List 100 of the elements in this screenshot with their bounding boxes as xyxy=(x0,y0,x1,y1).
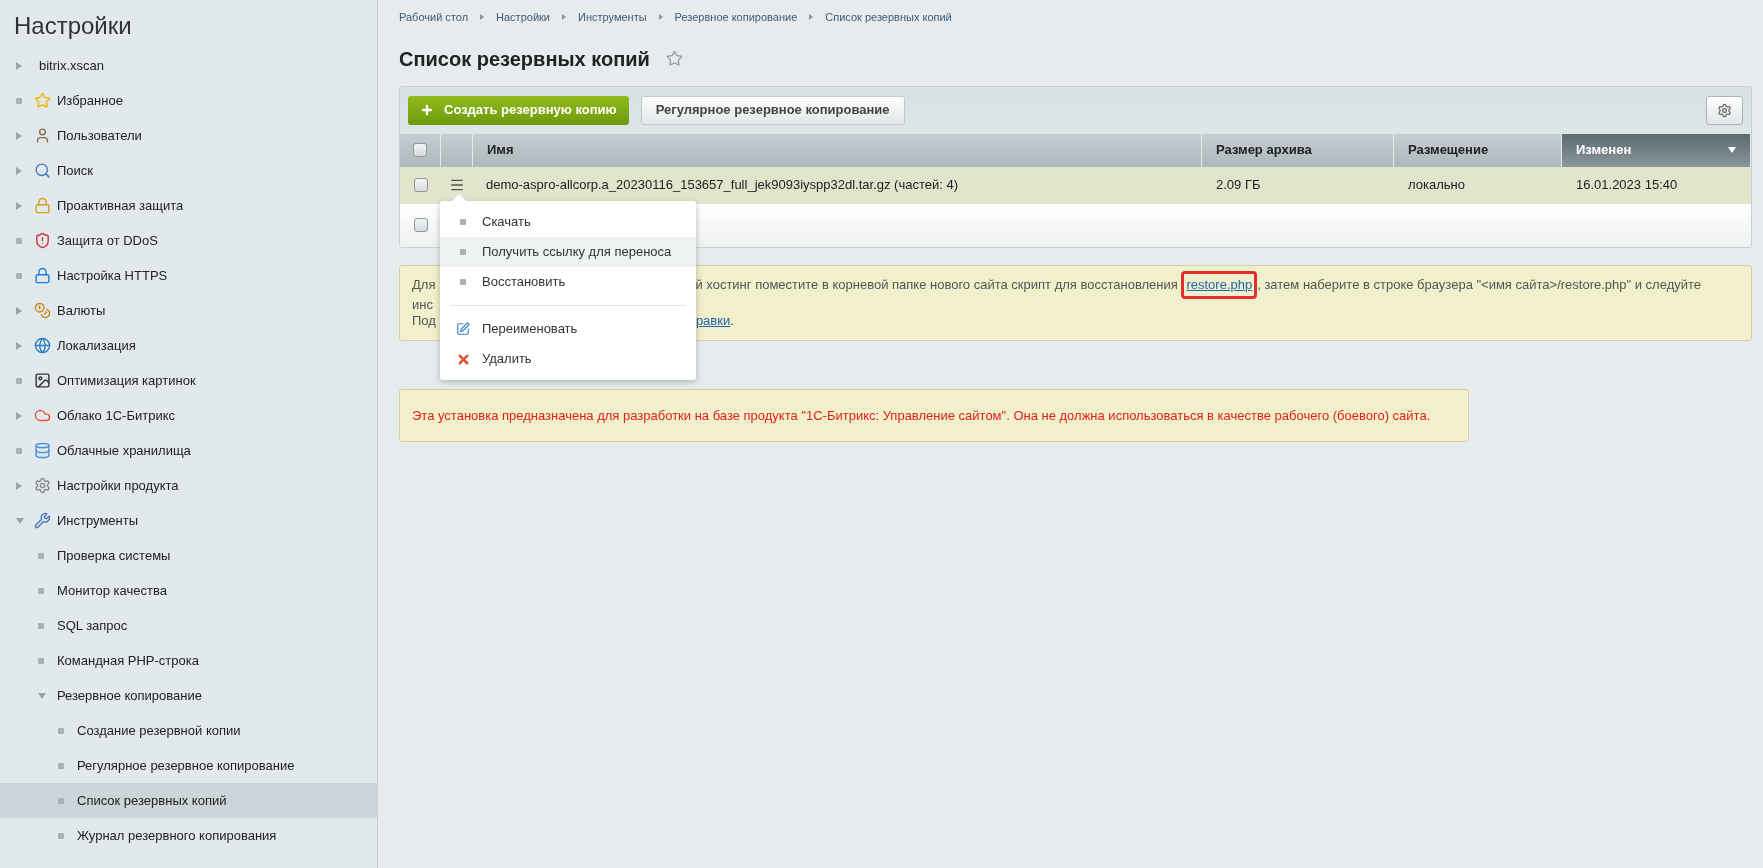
sidebar-item[interactable]: Инструменты xyxy=(0,503,377,538)
checkbox[interactable] xyxy=(413,218,428,232)
sidebar-item[interactable]: Список резервных копий xyxy=(0,783,377,818)
menu-item[interactable]: Скачать xyxy=(440,207,696,237)
expand-arrow-icon[interactable] xyxy=(16,166,22,175)
search-icon xyxy=(34,162,51,179)
sidebar-item[interactable]: Создание резервной копии xyxy=(0,713,377,748)
sidebar-item[interactable]: Настройка HTTPS xyxy=(0,258,377,293)
menu-item[interactable]: Переименовать xyxy=(440,314,696,344)
cloud-icon xyxy=(34,407,51,424)
sidebar-item[interactable]: Проверка системы xyxy=(0,538,377,573)
sidebar-item[interactable]: Защита от DDoS xyxy=(0,223,377,258)
sidebar-item[interactable]: Облачные хранилища xyxy=(0,433,377,468)
expand-arrow-icon[interactable] xyxy=(16,481,22,490)
breadcrumb-arrow-icon xyxy=(809,14,814,21)
gear-icon xyxy=(34,477,51,494)
checkbox[interactable] xyxy=(413,143,427,157)
row-menu-icon[interactable] xyxy=(449,177,465,193)
sidebar-item[interactable]: Резервное копирование xyxy=(0,678,377,713)
sidebar-item[interactable]: SQL запрос xyxy=(0,608,377,643)
table-row[interactable]: demo-aspro-allcorp.a_20230116_153657_full_jek9093iyspp32dl.tar.gz (частей: 4) 2.09 ГБ локально 16.01.2023 15:40 xyxy=(400,166,1751,204)
sidebar-item[interactable]: Монитор качества xyxy=(0,573,377,608)
tools-icon xyxy=(34,512,51,529)
coin-icon xyxy=(34,302,51,319)
sidebar-item[interactable]: Локализация xyxy=(0,328,377,363)
padlock-icon xyxy=(34,267,51,284)
breadcrumb-arrow-icon xyxy=(562,14,566,21)
expand-arrow-icon[interactable] xyxy=(16,131,22,140)
breadcrumb-link[interactable]: Список резервных копий xyxy=(825,9,952,26)
bullet-icon xyxy=(38,622,44,629)
expand-arrow-icon[interactable] xyxy=(16,411,22,420)
breadcrumb-link[interactable]: Инструменты xyxy=(578,9,647,26)
sidebar-title: Настройки xyxy=(13,11,133,41)
collapse-arrow-icon[interactable] xyxy=(16,517,24,524)
settings-button[interactable] xyxy=(1706,95,1743,125)
expand-arrow-icon[interactable] xyxy=(16,201,22,210)
bullet-icon xyxy=(58,797,64,804)
table-cell-text: 16.01.2023 15:40 xyxy=(1575,176,1679,195)
info-text: Под xyxy=(412,312,436,329)
checkbox[interactable] xyxy=(413,178,428,192)
sidebar-item[interactable]: Пользователи xyxy=(0,118,377,153)
collapse-arrow-icon[interactable] xyxy=(38,692,46,699)
bullet-icon xyxy=(58,762,64,769)
plus-icon xyxy=(420,103,434,117)
bullet-icon xyxy=(16,447,22,454)
sidebar-item[interactable]: Оптимизация картинок xyxy=(0,363,377,398)
expand-arrow-icon[interactable] xyxy=(16,61,22,70)
table-cell-text: локально xyxy=(1407,176,1466,195)
shield-icon xyxy=(34,232,51,249)
sidebar-item[interactable]: Валюты xyxy=(0,293,377,328)
sidebar-item[interactable]: Регулярное резервное копирование xyxy=(0,748,377,783)
bullet-icon xyxy=(16,97,22,104)
bullet-icon xyxy=(16,377,22,384)
restore-link[interactable]: restore.php xyxy=(1186,276,1253,292)
globe-icon xyxy=(34,337,51,354)
bullet-icon xyxy=(16,272,22,279)
expand-arrow-icon[interactable] xyxy=(16,341,22,350)
bullet-icon xyxy=(38,657,44,664)
sidebar-item[interactable]: Командная PHP-строка xyxy=(0,643,377,678)
menu-item[interactable]: Получить ссылку для переноса xyxy=(440,237,696,267)
bullet-icon xyxy=(58,832,64,839)
sidebar-item[interactable]: Проактивная защита xyxy=(0,188,377,223)
sidebar-item[interactable]: Облако 1С-Битрикс xyxy=(0,398,377,433)
table-cell-text: 2.09 ГБ xyxy=(1215,176,1262,195)
menu-item[interactable]: Удалить xyxy=(440,344,696,374)
bullet-icon xyxy=(460,219,466,225)
sidebar-item[interactable]: Настройки продукта xyxy=(0,468,377,503)
bullet-icon xyxy=(38,587,44,594)
favorite-star-icon[interactable] xyxy=(665,50,683,67)
table-cell-text: demo-aspro-allcorp.a_20230116_153657_full_jek9093iyspp32dl.tar.gz (частей: 4) xyxy=(485,176,960,195)
bullet-icon xyxy=(16,237,22,244)
rename-icon xyxy=(456,322,470,336)
info-text: . xyxy=(730,312,734,329)
sidebar-item[interactable]: Поиск xyxy=(0,153,377,188)
bullet-icon xyxy=(38,552,44,559)
image-icon xyxy=(34,372,51,389)
sidebar-item[interactable]: Избранное xyxy=(0,83,377,118)
column-header[interactable]: Имя xyxy=(473,133,1202,167)
expand-arrow-icon[interactable] xyxy=(16,306,22,315)
info-text: Для xyxy=(412,276,436,293)
sidebar-item[interactable]: Журнал резервного копирования xyxy=(0,818,377,853)
warning-text: Эта установка предназначена для разработки на базе продукта "1С-Битрикс: Управление сайтом". Она не должна использоваться в качестве рабочего (боевого) сайта. xyxy=(412,406,1432,425)
schedule-backup-button[interactable]: Регулярное резервное копирование xyxy=(640,95,905,125)
breadcrumb-link[interactable]: Рабочий стол xyxy=(399,9,469,26)
info-text: й хостинг поместите в корневой папке нового сайта скрипт для восстановления xyxy=(695,276,1179,293)
column-header[interactable]: Размер архива xyxy=(1202,133,1394,167)
info-text: , затем наберите в строке браузера "<имя сайта>/restore.php" и следуйте xyxy=(1257,276,1702,293)
user-icon xyxy=(34,127,51,144)
info-text: инс xyxy=(412,296,434,313)
sidebar-item[interactable]: bitrix.xscan xyxy=(0,48,377,83)
bullet-icon xyxy=(58,727,64,734)
page-title: Список резервных копий xyxy=(399,46,650,72)
storage-icon xyxy=(34,442,51,459)
breadcrumb-link[interactable]: Настройки xyxy=(496,9,550,26)
sort-arrow-icon xyxy=(1728,147,1736,153)
menu-item[interactable]: Восстановить xyxy=(440,267,696,297)
delete-icon xyxy=(456,351,471,367)
bullet-icon xyxy=(460,249,466,255)
column-header[interactable]: Изменен xyxy=(1562,133,1751,167)
breadcrumb-link[interactable]: Резервное копирование xyxy=(674,9,798,26)
